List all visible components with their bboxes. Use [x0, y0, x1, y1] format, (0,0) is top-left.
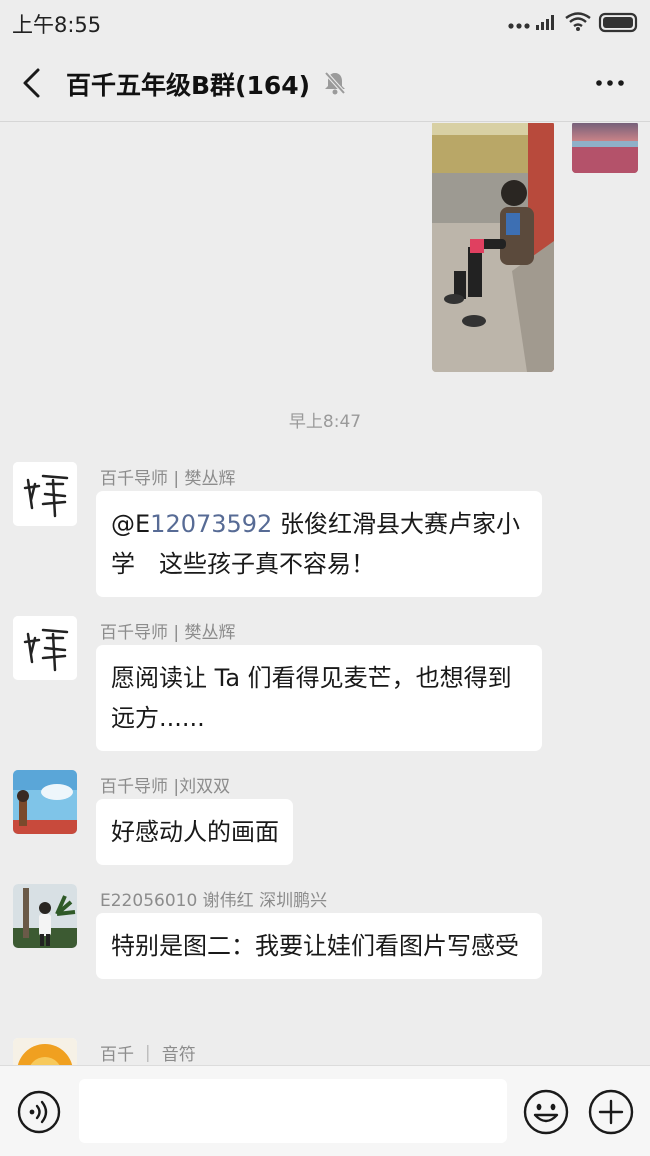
- message-bubble[interactable]: 好感动人的画面: [96, 799, 293, 865]
- sent-photo-thumbnail[interactable]: [572, 123, 638, 173]
- sender-name: 百千 ｜ 音符: [100, 1045, 196, 1065]
- wifi-icon: [565, 12, 591, 27]
- status-time: 上午8:55: [12, 13, 102, 37]
- emoji-button[interactable]: [523, 1089, 569, 1135]
- status-icons: [508, 12, 638, 33]
- message-bubble[interactable]: 愿阅读让 Ta 们看得见麦芒，也想得到远方......: [96, 645, 542, 751]
- calligraphy-avatar-icon: [13, 462, 77, 526]
- avatar[interactable]: [13, 884, 77, 948]
- calligraphy-avatar-icon: [13, 616, 77, 680]
- photo-boy-reading: [432, 123, 554, 372]
- chat-header: 百千五年级B群(164): [0, 44, 650, 122]
- avatar[interactable]: [13, 462, 77, 526]
- voice-icon: [17, 1090, 61, 1134]
- status-bar: 上午8:55: [0, 0, 650, 44]
- lion-avatar-icon: [13, 1038, 77, 1065]
- message-text-prefix: @E: [111, 510, 151, 538]
- sent-photo[interactable]: [432, 123, 554, 372]
- photo-avatar-icon: [13, 770, 77, 834]
- sender-name: E22056010 谢伟红 深圳鹏兴: [100, 891, 328, 911]
- voice-button[interactable]: [17, 1090, 61, 1134]
- avatar[interactable]: [13, 1038, 77, 1065]
- chat-message-list[interactable]: 早上8:47 百千导师 | 樊丛辉 @E12073592 张俊红滑县大赛卢家小学…: [0, 123, 650, 1065]
- plus-button[interactable]: [588, 1089, 634, 1135]
- sender-name: 百千导师 | 樊丛辉: [100, 469, 236, 489]
- input-bar: [0, 1065, 650, 1156]
- chat-title: 百千五年级B群(164): [66, 71, 311, 100]
- more-status-icon: [508, 23, 530, 29]
- mention-link[interactable]: 12073592: [150, 510, 272, 538]
- sender-name: 百千导师 | 樊丛辉: [100, 623, 236, 643]
- sender-name: 百千导师 |刘双双: [100, 777, 231, 797]
- chat-timestamp: 早上8:47: [288, 412, 362, 432]
- battery-icon: [598, 12, 638, 33]
- back-button[interactable]: [14, 64, 54, 104]
- avatar[interactable]: [13, 616, 77, 680]
- mute-bell-icon: [324, 71, 346, 95]
- more-dots-icon: [596, 80, 624, 86]
- more-button[interactable]: [590, 68, 630, 98]
- message-bubble[interactable]: 特别是图二：我要让娃们看图片写感受: [96, 913, 542, 979]
- avatar[interactable]: [13, 770, 77, 834]
- plus-icon: [588, 1089, 634, 1135]
- message-bubble[interactable]: @E12073592 张俊红滑县大赛卢家小学 这些孩子真不容易！: [96, 491, 542, 597]
- photo-avatar-icon: [13, 884, 77, 948]
- back-arrow-icon: [23, 68, 40, 98]
- photo-sunset: [572, 123, 638, 173]
- message-input[interactable]: [79, 1079, 507, 1143]
- signal-icon: [536, 15, 554, 30]
- emoji-icon: [523, 1089, 569, 1135]
